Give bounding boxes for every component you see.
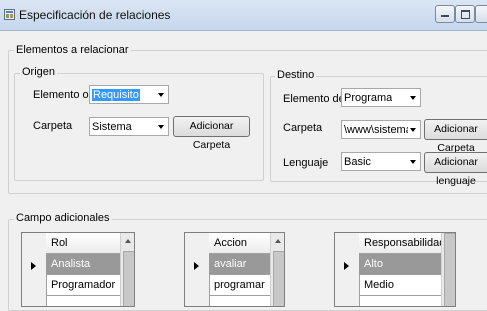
close-button[interactable] <box>475 5 487 23</box>
title-bar: Especificación de relaciones <box>0 0 487 31</box>
rol-column-header[interactable]: Rol <box>46 233 120 254</box>
chevron-down-icon <box>410 128 416 132</box>
responsabilidad-column-header[interactable]: Responsabilidad <box>359 233 445 254</box>
carpeta-origen-label: Carpeta <box>33 120 73 132</box>
scroll-up-icon[interactable] <box>125 239 131 243</box>
window-title: Especificación de relaciones <box>19 8 171 22</box>
row-pointer-icon <box>344 262 349 270</box>
adicionar-carpeta-origen-button[interactable]: Adicionar Carpeta <box>173 116 250 151</box>
scroll-thumb[interactable] <box>444 233 455 306</box>
elemento-destino-combo[interactable]: Programa <box>341 88 421 107</box>
elemento-origen-value: Requisito <box>92 89 140 101</box>
table-row[interactable]: programar <box>209 275 270 296</box>
accion-column-header[interactable]: Accion <box>209 233 270 254</box>
adicionar-carpeta-destino-button[interactable]: Adicionar Carpeta <box>424 119 487 154</box>
table-row[interactable]: Programador <box>46 275 120 296</box>
scroll-thumb[interactable] <box>273 251 284 306</box>
chevron-down-icon <box>158 125 164 129</box>
row-pointer-icon <box>31 262 36 270</box>
row-pointer-icon <box>194 262 199 270</box>
adicionar-lenguaje-button[interactable]: Adicionar lenguaje <box>424 152 487 187</box>
carpeta-origen-value: Sistema <box>92 121 132 133</box>
table-row[interactable]: Analista <box>46 254 120 275</box>
rol-scrollbar[interactable] <box>120 233 134 306</box>
maximize-button[interactable] <box>455 5 475 23</box>
table-row[interactable]: Alto <box>359 254 441 275</box>
rol-grid[interactable]: Rol Analista Programador <box>21 232 135 307</box>
responsabilidad-grid[interactable]: Responsabilidad Alto Medio <box>334 232 456 307</box>
destino-legend: Destino <box>275 69 317 81</box>
chevron-down-icon <box>410 96 416 100</box>
maximize-icon <box>461 10 470 19</box>
scroll-up-icon[interactable] <box>275 239 281 243</box>
elementos-legend: Elementos a relacionar <box>14 44 131 56</box>
chevron-down-icon <box>410 160 416 164</box>
carpeta-origen-combo[interactable]: Sistema <box>89 117 169 136</box>
responsabilidad-scrollbar[interactable] <box>441 233 455 306</box>
lenguaje-label: Lenguaje <box>283 157 329 169</box>
carpeta-destino-label: Carpeta <box>283 122 323 134</box>
table-row[interactable]: Medio <box>359 275 441 296</box>
lenguaje-combo[interactable]: Basic <box>341 152 421 171</box>
lenguaje-value: Basic <box>344 156 371 168</box>
accion-grid[interactable]: Accion avaliar programar <box>184 232 285 307</box>
elemento-destino-value: Programa <box>344 92 393 104</box>
elemento-origen-combo[interactable]: Requisito <box>89 85 169 104</box>
carpeta-destino-combo[interactable]: \www\sistemaBibliot <box>341 120 421 139</box>
table-row[interactable]: avaliar <box>209 254 270 275</box>
campo-adicionales-legend: Campo adicionales <box>14 212 112 224</box>
minimize-icon <box>441 15 449 17</box>
accion-scrollbar[interactable] <box>270 233 284 306</box>
origen-legend: Origen <box>20 66 58 78</box>
minimize-button[interactable] <box>435 5 455 23</box>
chevron-down-icon <box>158 93 164 97</box>
carpeta-destino-value: \www\sistemaBibliot <box>344 124 408 136</box>
scroll-thumb[interactable] <box>123 251 134 306</box>
app-icon <box>4 9 15 20</box>
